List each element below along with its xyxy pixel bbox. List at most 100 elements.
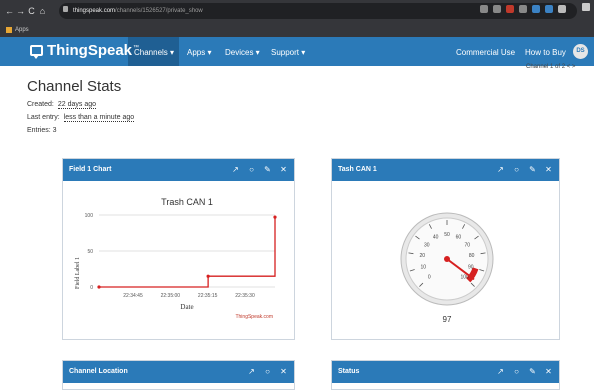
- lock-icon: [63, 6, 68, 12]
- data-point[interactable]: [97, 285, 101, 289]
- close-icon[interactable]: ✕: [279, 159, 288, 181]
- open-external-icon[interactable]: ↗: [247, 361, 256, 383]
- extension-icons: [480, 5, 566, 13]
- reload-icon[interactable]: C: [26, 6, 37, 16]
- created-value: 22 days ago: [57, 101, 97, 109]
- comment-icon[interactable]: ○: [247, 159, 256, 181]
- gauge-value: 97: [443, 315, 452, 324]
- gauge-panel: Tash CAN 1 ↗ ○ ✎ ✕ 0 10 20 30 40 50 60 70 80 90 10…: [331, 158, 560, 340]
- gauge: 010203040 50 60708090100 97: [400, 212, 494, 324]
- bookmarks-bar: Apps: [0, 22, 594, 37]
- panel-actions: ↗ ○ ✎ ✕: [496, 159, 553, 181]
- comment-icon[interactable]: ○: [512, 159, 521, 181]
- speech-bubble-icon: [30, 45, 43, 59]
- created-label: Created:: [27, 101, 54, 108]
- panel-title: Status: [338, 368, 360, 375]
- series-line: [99, 217, 276, 288]
- puzzle-icon[interactable]: [558, 5, 566, 13]
- nav-channels[interactable]: Channels ▾: [134, 48, 174, 57]
- panel-title: Field 1 Chart: [69, 166, 112, 173]
- gauge-tick-label: 30: [424, 242, 430, 248]
- y-tick-label: 50: [87, 249, 93, 255]
- gauge-tick-label: 10: [420, 265, 426, 271]
- page-title: Channel Stats: [27, 78, 122, 95]
- channel-location-panel: Channel Location ↗ ○ ✕: [62, 360, 295, 390]
- home-icon[interactable]: ⌂: [37, 6, 48, 16]
- last-entry-label: Last entry:: [27, 114, 60, 121]
- field1-chart-panel: Field 1 Chart ↗ ○ ✎ ✕ Trash CAN 1 0 50 100…: [62, 158, 295, 340]
- gauge-tick-label: 0: [428, 275, 431, 281]
- panel-title: Tash CAN 1: [338, 166, 377, 173]
- gauge-tick-label: 90: [468, 265, 474, 271]
- close-icon[interactable]: ✕: [544, 159, 553, 181]
- nav-devices[interactable]: Devices ▾: [225, 48, 260, 57]
- close-icon[interactable]: ✕: [279, 361, 288, 383]
- gauge-tick-label: 50: [444, 232, 450, 238]
- gauge-tick-label: 60: [456, 235, 462, 241]
- nav-how-to-buy[interactable]: How to Buy: [525, 48, 566, 57]
- extension-icon[interactable]: [506, 5, 514, 13]
- extension-icon[interactable]: [519, 5, 527, 13]
- panel-actions: ↗ ○ ✎ ✕: [496, 361, 553, 383]
- edit-icon[interactable]: ✎: [528, 361, 537, 383]
- extension-icon[interactable]: [545, 5, 553, 13]
- forward-icon[interactable]: →: [15, 6, 26, 16]
- comment-icon[interactable]: ○: [512, 361, 521, 383]
- y-tick-label: 0: [90, 285, 93, 291]
- chart-title: Trash CAN 1: [161, 197, 213, 207]
- panel-actions: ↗ ○ ✕: [247, 361, 288, 383]
- data-point[interactable]: [206, 274, 210, 278]
- chart-grid: 0 50 100 22:34:45 22:35:00 22:35:15 22:35:30: [85, 213, 277, 299]
- search-icon[interactable]: [480, 5, 488, 13]
- open-external-icon[interactable]: ↗: [231, 159, 240, 181]
- gauge-tick-label: 20: [420, 253, 426, 259]
- avatar[interactable]: DS: [573, 44, 588, 59]
- panel-actions: ↗ ○ ✎ ✕: [231, 159, 288, 181]
- browser-chrome: ← → C ⌂ thingspeak.com/channels/1526527/…: [0, 0, 594, 37]
- panel-header: Channel Location ↗ ○ ✕: [63, 361, 294, 383]
- last-entry-row: Last entry: less than a minute ago: [27, 114, 135, 122]
- url-host: thingspeak.com: [73, 8, 116, 14]
- nav-support[interactable]: Support ▾: [271, 48, 305, 57]
- channel-pagination[interactable]: Channel 1 of 2 < >: [526, 64, 575, 70]
- edit-icon[interactable]: ✎: [263, 159, 272, 181]
- close-icon[interactable]: ✕: [544, 361, 553, 383]
- panel-title: Channel Location: [69, 368, 128, 375]
- comment-icon[interactable]: ○: [263, 361, 272, 383]
- status-panel: Status ↗ ○ ✎ ✕: [331, 360, 560, 390]
- x-axis-label: Date: [180, 303, 193, 311]
- data-point[interactable]: [273, 215, 277, 219]
- entries-count: Entries: 3: [27, 127, 57, 134]
- x-tick-label: 22:35:30: [235, 293, 255, 299]
- edit-icon[interactable]: ✎: [528, 159, 537, 181]
- bookmark-apps[interactable]: Apps: [15, 27, 29, 33]
- gauge-hub: [444, 256, 450, 262]
- x-tick-label: 22:34:45: [123, 293, 143, 299]
- open-external-icon[interactable]: ↗: [496, 159, 505, 181]
- gauge-tick-label: 40: [433, 235, 439, 241]
- panel-header: Status ↗ ○ ✎ ✕: [332, 361, 559, 383]
- line-chart: Trash CAN 1 0 50 100 22:34:45 22:35:00 22:35:…: [75, 197, 277, 320]
- y-tick-label: 100: [85, 213, 94, 219]
- gauge-tick-label: 80: [469, 253, 475, 259]
- thingspeak-logo[interactable]: ThingSpeak ™: [30, 42, 139, 59]
- panel-header: Field 1 Chart ↗ ○ ✎ ✕: [63, 159, 294, 181]
- gauge-tick-label: 70: [464, 242, 470, 248]
- reading-list-icon[interactable]: [582, 3, 590, 11]
- url-path: /channels/1526527/private_show: [115, 8, 203, 14]
- logo-text: ThingSpeak: [47, 42, 133, 59]
- chart-credit[interactable]: ThingSpeak.com: [235, 314, 273, 320]
- nav-apps[interactable]: Apps ▾: [187, 48, 211, 57]
- extension-icon[interactable]: [532, 5, 540, 13]
- nav-commercial-use[interactable]: Commercial Use: [456, 48, 515, 57]
- last-entry-value: less than a minute ago: [63, 114, 135, 122]
- panel-header: Tash CAN 1 ↗ ○ ✎ ✕: [332, 159, 559, 181]
- open-external-icon[interactable]: ↗: [496, 361, 505, 383]
- x-tick-label: 22:35:00: [161, 293, 181, 299]
- y-axis-label: Field Label 1: [75, 257, 81, 289]
- x-tick-label: 22:35:15: [198, 293, 218, 299]
- star-icon[interactable]: [493, 5, 501, 13]
- back-icon[interactable]: ←: [4, 6, 15, 16]
- created-row: Created: 22 days ago: [27, 101, 97, 109]
- apps-icon: [6, 26, 12, 33]
